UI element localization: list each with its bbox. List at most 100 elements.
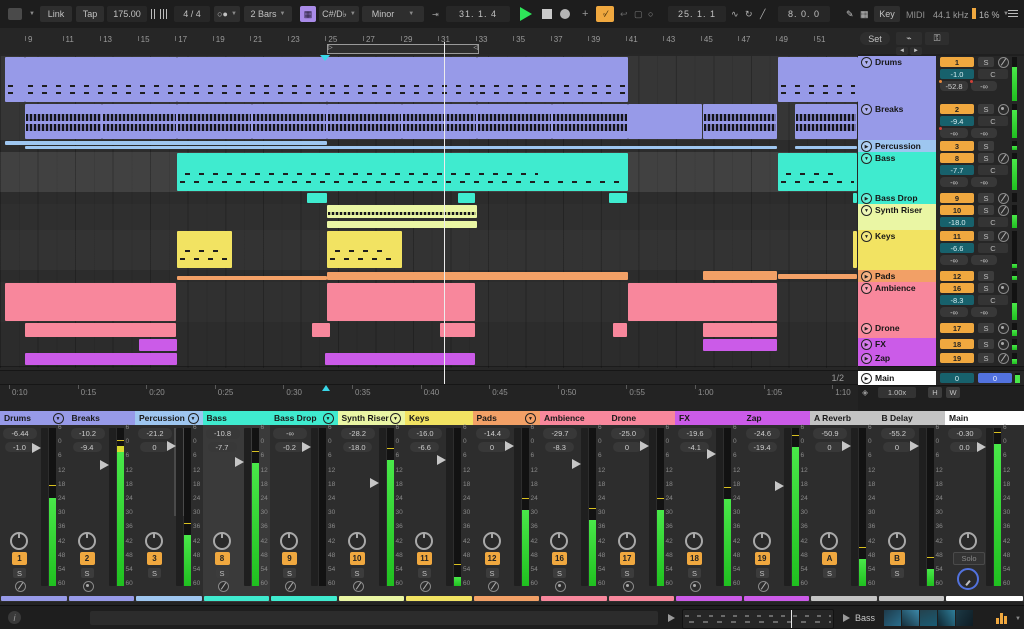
track-volume-value[interactable]: -6.6 (940, 243, 974, 253)
track-arm-number[interactable]: 18 (687, 552, 702, 565)
mixer-strip-main[interactable]: Main -0.30 0.0 6 0 6 12 18 24 30 36 42 48 54 60 Solo (945, 411, 1024, 602)
mixer-strip-keys[interactable]: Keys -16.0 -6.6 6 0 6 12 18 24 30 36 42 48 54 60 11 S (405, 411, 474, 602)
tempo-field[interactable]: 175.00 (107, 6, 147, 22)
next-locator-button[interactable]: ► (910, 47, 922, 55)
track-monitor-icon[interactable] (998, 104, 1009, 115)
track-arm-number[interactable]: 1 (12, 552, 27, 565)
clip-bass-drop[interactable] (307, 193, 327, 203)
device-preview-play-icon[interactable] (843, 614, 850, 622)
strip-peak-value[interactable]: -6.44 (3, 428, 37, 439)
strip-volume-value[interactable]: 0 (477, 442, 507, 452)
clip-percussion[interactable] (795, 146, 857, 149)
strip-header[interactable]: Breaks (67, 411, 135, 425)
clip-zap[interactable] (325, 353, 475, 365)
track-solo-button[interactable]: S (978, 283, 994, 293)
strip-monitor-icon[interactable] (352, 581, 364, 592)
strip-peak-value[interactable]: -10.8 (205, 428, 240, 439)
strip-solo-button[interactable]: S (755, 568, 769, 578)
strip-solo-button[interactable]: S (890, 568, 904, 578)
strip-peak-value[interactable]: -21.2 (138, 428, 172, 439)
cpu-load-value[interactable]: 16 % (979, 10, 1000, 20)
strip-header[interactable]: Keys (405, 411, 473, 425)
computer-midi-keyboard-icon[interactable]: ▦ (860, 9, 869, 20)
fold-toggle-icon[interactable]: ▶ (861, 141, 872, 152)
mixer-strip-pads[interactable]: Pads ▼ -14.4 0 6 0 6 12 18 24 30 36 42 48 54 60 12 S (472, 411, 541, 602)
scale-name-menu[interactable]: Minor ▼ (362, 6, 424, 22)
track-arm-number[interactable]: 2 (79, 552, 95, 565)
clip-breaks[interactable] (327, 104, 402, 139)
track-pan-value[interactable]: C (978, 165, 1008, 175)
strip-volume-value[interactable]: -19.4 (747, 442, 777, 452)
record-button[interactable] (560, 9, 570, 19)
track-arm-number[interactable]: 2 (940, 104, 974, 114)
strip-header[interactable]: Synth Riser ▼ (337, 411, 405, 425)
clip-drums[interactable] (477, 57, 628, 102)
mixer-strip-b-delay[interactable]: B Delay -55.2 0 6 0 6 12 18 24 30 36 42 48 54 60 B S (877, 411, 946, 602)
volume-fader-handle[interactable] (234, 457, 244, 468)
clip-fx[interactable] (139, 339, 177, 351)
track-peak-right[interactable]: -∞ (971, 307, 997, 317)
track-pan-value[interactable]: C (978, 243, 1008, 253)
clip-bass[interactable] (177, 153, 628, 191)
clip-drums[interactable] (5, 57, 25, 102)
track-width-button[interactable]: W (946, 387, 960, 398)
layout-caret-icon[interactable]: ▼ (29, 11, 35, 17)
fold-toggle-icon[interactable]: ▶ (861, 373, 872, 384)
clip-bass-drop[interactable] (458, 193, 475, 203)
strip-header[interactable]: Drone (607, 411, 675, 425)
track-pan-value[interactable]: C (978, 69, 1008, 79)
strip-peak-value[interactable]: -∞ (273, 428, 307, 439)
track-peak-left[interactable]: -∞ (940, 307, 968, 317)
clip-breaks[interactable] (477, 104, 552, 139)
track-monitor-icon[interactable] (998, 231, 1009, 242)
pan-knob[interactable] (212, 532, 231, 550)
device-chain-thumbnails[interactable] (884, 610, 991, 628)
volume-fader-handle[interactable] (437, 454, 446, 465)
link-button[interactable]: Link (40, 6, 72, 22)
track-arm-number[interactable]: 8 (940, 153, 974, 163)
clip-breaks[interactable] (252, 104, 327, 139)
strip-peak-value[interactable]: -50.9 (813, 428, 847, 439)
volume-fader-track[interactable] (311, 428, 318, 586)
window-layout-icon[interactable] (8, 8, 22, 20)
mixer-strip-synth-riser[interactable]: Synth Riser ▼ -28.2 -18.0 6 0 6 12 18 24 30 36 42 48 5… (337, 411, 406, 602)
track-pan-value[interactable]: C (978, 116, 1008, 126)
strip-solo-button[interactable]: S (553, 568, 566, 578)
strip-solo-button[interactable]: S (80, 568, 94, 578)
stop-button[interactable] (542, 9, 552, 19)
track-solo-button[interactable]: S (978, 153, 994, 163)
tap-tempo-button[interactable]: Tap (76, 6, 104, 22)
volume-fader-handle[interactable] (369, 478, 379, 489)
mixer-strip-percussion[interactable]: Percussion ▼ -21.2 0 6 0 6 12 18 24 30 36 42 48 54 60 3 S (135, 411, 204, 602)
clip-preview-play-icon[interactable] (668, 614, 675, 622)
track-solo-button[interactable]: S (978, 339, 994, 349)
crossfade-knob[interactable] (957, 568, 979, 590)
clip-bass-drop[interactable] (609, 193, 627, 203)
strip-header[interactable]: Percussion ▼ (135, 411, 203, 425)
strip-header[interactable]: B Delay (877, 411, 945, 425)
volume-fader-handle[interactable] (909, 440, 919, 451)
clip-breaks[interactable] (102, 104, 177, 139)
track-name-area[interactable]: ▶ Zap (858, 352, 936, 366)
info-icon[interactable]: i (8, 611, 21, 624)
fold-toggle-icon[interactable]: ▶ (861, 193, 872, 204)
playback-speed-value[interactable]: 1.00x (878, 387, 916, 398)
clip-pads[interactable] (327, 272, 628, 280)
strip-volume-value[interactable]: 0 (140, 442, 169, 452)
track-volume-value[interactable]: -8.3 (940, 295, 974, 305)
clip-drums[interactable] (25, 57, 177, 102)
track-name-area[interactable]: ▶ FX (858, 338, 936, 352)
track-volume-value[interactable]: -18.0 (940, 217, 974, 227)
mixer-strip-zap[interactable]: Zap -24.6 -19.4 6 0 6 12 18 24 30 36 42 48 54 60 19 S (742, 411, 811, 602)
track-arm-number[interactable]: 19 (940, 353, 974, 363)
track-name-area[interactable]: ▶ Drone (858, 322, 936, 338)
clip-ambience[interactable] (628, 283, 777, 321)
mixer-strip-drone[interactable]: Drone -25.0 0 6 0 6 12 18 24 30 36 42 48 54 60 17 S (607, 411, 676, 602)
volume-fader-handle[interactable] (504, 440, 514, 451)
volume-fader-handle[interactable] (167, 440, 176, 451)
clip-drone[interactable] (312, 323, 330, 337)
draw-mode-box-icon[interactable]: ▢ (634, 9, 643, 20)
clip-breaks[interactable] (402, 104, 477, 139)
track-solo-button[interactable]: S (978, 104, 994, 114)
strip-volume-value[interactable]: -4.1 (680, 442, 709, 452)
